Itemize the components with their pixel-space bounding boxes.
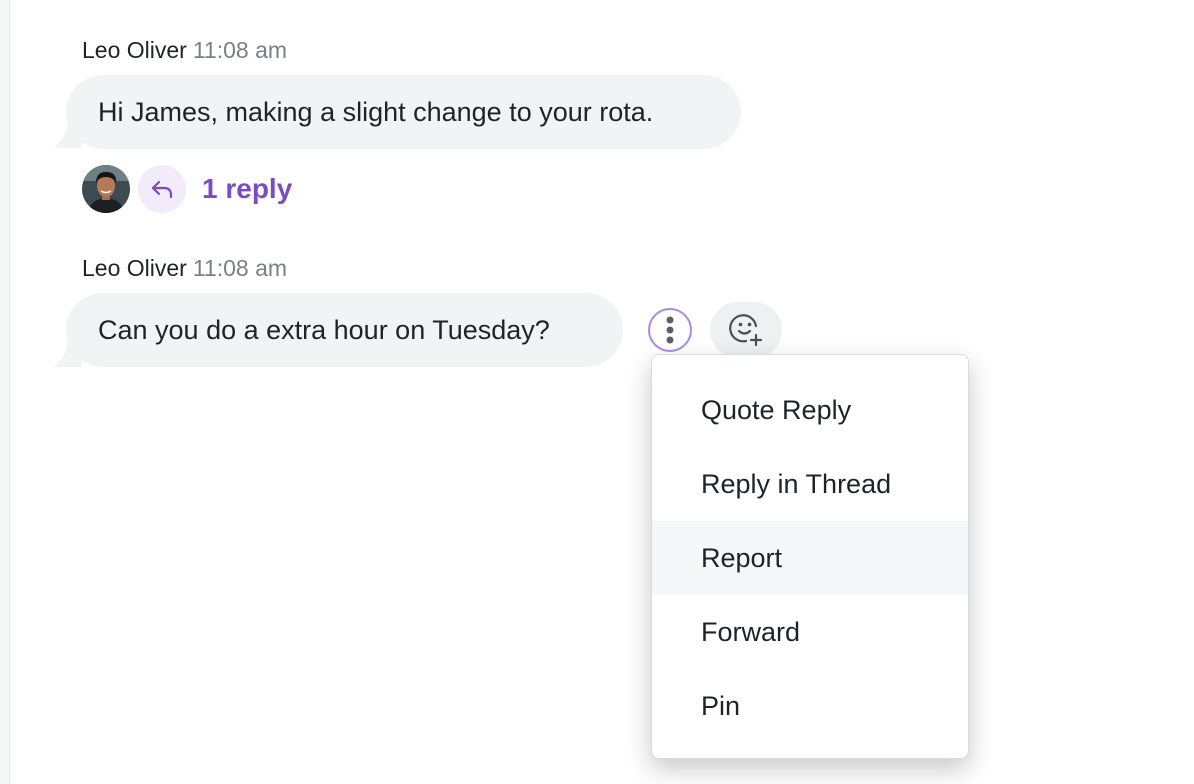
message-time: 11:08 am	[192, 255, 288, 281]
more-options-button[interactable]	[648, 308, 692, 352]
menu-item-forward[interactable]: Forward	[652, 595, 968, 669]
reply-thread-button[interactable]	[138, 165, 186, 213]
vertical-dots-icon	[666, 316, 674, 344]
message-actions-menu: Quote Reply Reply in Thread Report Forwa…	[651, 354, 969, 759]
menu-item-pin[interactable]: Pin	[652, 669, 968, 743]
reply-arrow-icon	[151, 180, 173, 199]
message-text: Hi James, making a slight change to your…	[98, 97, 654, 127]
message-text: Can you do a extra hour on Tuesday?	[98, 315, 550, 345]
message-author: Leo Oliver	[82, 255, 187, 281]
add-reaction-button[interactable]	[710, 302, 782, 358]
message-meta: Leo Oliver 11:08 am	[82, 36, 287, 64]
message-author: Leo Oliver	[82, 37, 187, 63]
message-bubble[interactable]: Hi James, making a slight change to your…	[66, 75, 741, 149]
emoji-add-icon	[729, 314, 763, 347]
message-bubble[interactable]: Can you do a extra hour on Tuesday?	[66, 293, 623, 367]
left-panel-edge	[0, 0, 10, 784]
avatar-image	[82, 165, 130, 213]
message-time: 11:08 am	[192, 37, 288, 63]
menu-item-report[interactable]: Report	[652, 521, 968, 595]
menu-item-quote-reply[interactable]: Quote Reply	[652, 373, 968, 447]
menu-item-reply-in-thread[interactable]: Reply in Thread	[652, 447, 968, 521]
avatar[interactable]	[82, 165, 130, 213]
message-meta: Leo Oliver 11:08 am	[82, 254, 287, 282]
reply-count-link[interactable]: 1 reply	[202, 170, 292, 208]
